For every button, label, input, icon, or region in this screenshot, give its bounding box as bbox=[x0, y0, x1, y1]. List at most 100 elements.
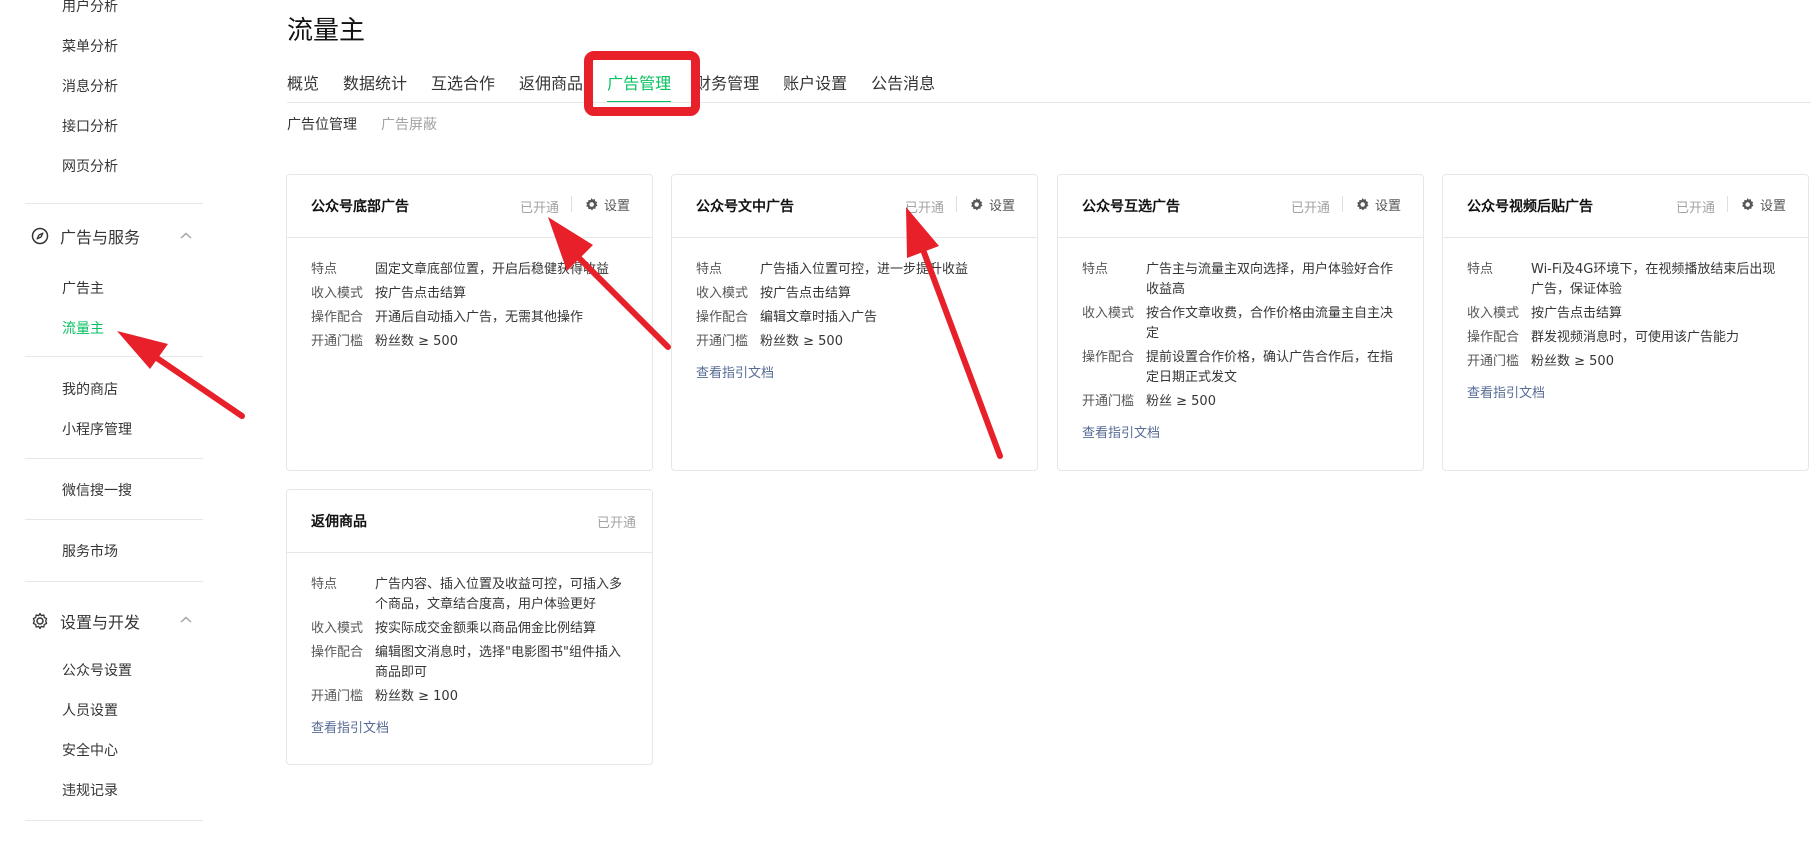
threshold-value: 粉丝数 ≥ 100 bbox=[375, 689, 458, 704]
ad-card-mutual-selection: 公众号互选广告 已开通 设置 特点 广告主与流量主双向选择，用户体验好合作收益高 … bbox=[1057, 174, 1424, 471]
threshold-label: 开通门槛 bbox=[696, 334, 749, 349]
card-title: 公众号互选广告 bbox=[1082, 199, 1180, 215]
feature-label: 特点 bbox=[311, 262, 338, 277]
sidebar-item-user-analysis[interactable]: 用户分析 bbox=[62, 0, 118, 16]
sidebar-item-staff-settings[interactable]: 人员设置 bbox=[62, 700, 118, 720]
income-value: 按合作文章收费，合作价格由流量主自主决定 bbox=[1146, 306, 1394, 341]
tab-finance[interactable]: 财务管理 bbox=[695, 70, 759, 103]
sidebar-item-message-analysis[interactable]: 消息分析 bbox=[62, 76, 118, 96]
gear-icon bbox=[586, 197, 598, 211]
sidebar: 用户分析 菜单分析 消息分析 接口分析 网页分析 广告与服务 广告主 流量主 我… bbox=[0, 0, 205, 847]
sidebar-divider bbox=[25, 519, 203, 520]
feature-label: 特点 bbox=[311, 577, 338, 592]
feature-value: 广告主与流量主双向选择，用户体验好合作收益高 bbox=[1146, 262, 1394, 297]
guide-doc-link[interactable]: 查看指引文档 bbox=[1467, 382, 1545, 401]
settings-button[interactable]: 设置 bbox=[584, 195, 630, 214]
sub-tabs: 广告位管理 广告屏蔽 bbox=[287, 114, 461, 134]
sidebar-item-publisher[interactable]: 流量主 bbox=[62, 318, 104, 338]
sidebar-item-menu-analysis[interactable]: 菜单分析 bbox=[62, 36, 118, 56]
settings-label: 设置 bbox=[604, 199, 631, 214]
feature-value: 广告插入位置可控，进一步提升收益 bbox=[760, 262, 969, 277]
feature-label: 特点 bbox=[1467, 262, 1494, 277]
sidebar-item-wechat-search[interactable]: 微信搜一搜 bbox=[62, 480, 132, 500]
status-badge: 已开通 bbox=[905, 201, 945, 216]
subtab-ad-slot-management[interactable]: 广告位管理 bbox=[287, 114, 357, 134]
sidebar-item-miniprogram[interactable]: 小程序管理 bbox=[62, 419, 132, 439]
sidebar-divider bbox=[25, 356, 203, 357]
card-title: 公众号文中广告 bbox=[696, 199, 794, 215]
operation-label: 操作配合 bbox=[311, 645, 364, 660]
ad-card-in-article: 公众号文中广告 已开通 设置 特点 广告插入位置可控，进一步提升收益 收入模式 按广… bbox=[671, 174, 1038, 471]
operation-label: 操作配合 bbox=[1467, 330, 1520, 345]
sidebar-divider bbox=[25, 203, 203, 204]
sidebar-item-web-analysis[interactable]: 网页分析 bbox=[62, 156, 118, 176]
tab-overview[interactable]: 概览 bbox=[287, 70, 319, 103]
income-value: 按实际成交金额乘以商品佣金比例结算 bbox=[375, 621, 597, 636]
card-title: 公众号视频后贴广告 bbox=[1467, 199, 1593, 215]
operation-value: 编辑文章时插入广告 bbox=[760, 310, 878, 325]
gear-icon bbox=[30, 611, 50, 631]
sidebar-divider bbox=[25, 820, 203, 821]
threshold-label: 开通门槛 bbox=[311, 334, 364, 349]
guide-doc-link[interactable]: 查看指引文档 bbox=[696, 362, 774, 381]
feature-value: 固定文章底部位置，开启后稳健获得收益 bbox=[375, 262, 610, 277]
operation-value: 提前设置合作价格，确认广告合作后，在指定日期正式发文 bbox=[1146, 350, 1394, 385]
threshold-value: 粉丝数 ≥ 500 bbox=[1531, 354, 1614, 369]
operation-value: 开通后自动插入广告，无需其他操作 bbox=[375, 310, 584, 325]
income-value: 按广告点击结算 bbox=[375, 286, 467, 301]
settings-button[interactable]: 设置 bbox=[1355, 195, 1401, 214]
sidebar-item-api-analysis[interactable]: 接口分析 bbox=[62, 116, 118, 136]
tab-mutual-selection[interactable]: 互选合作 bbox=[431, 70, 495, 103]
sidebar-item-security-center[interactable]: 安全中心 bbox=[62, 740, 118, 760]
tab-commission-goods[interactable]: 返佣商品 bbox=[519, 70, 583, 103]
settings-label: 设置 bbox=[989, 199, 1016, 214]
threshold-label: 开通门槛 bbox=[1082, 394, 1135, 409]
chevron-up-icon[interactable] bbox=[178, 612, 194, 628]
operation-label: 操作配合 bbox=[1082, 350, 1135, 365]
sidebar-item-account-settings[interactable]: 公众号设置 bbox=[62, 660, 132, 680]
sidebar-item-advertiser[interactable]: 广告主 bbox=[62, 278, 104, 298]
gear-icon bbox=[1357, 197, 1369, 211]
compass-icon bbox=[30, 226, 50, 246]
threshold-label: 开通门槛 bbox=[311, 689, 364, 704]
ad-card-commission-goods: 返佣商品 已开通 特点 广告内容、插入位置及收益可控，可插入多个商品，文章结合度高… bbox=[286, 489, 653, 765]
tab-announcements[interactable]: 公告消息 bbox=[871, 70, 935, 103]
threshold-value: 粉丝 ≥ 500 bbox=[1146, 394, 1216, 409]
sidebar-group-ads[interactable]: 广告与服务 bbox=[30, 224, 140, 248]
status-badge: 已开通 bbox=[1676, 201, 1716, 216]
sidebar-item-my-store[interactable]: 我的商店 bbox=[62, 379, 118, 399]
status-badge: 已开通 bbox=[1291, 201, 1331, 216]
chevron-up-icon[interactable] bbox=[178, 228, 194, 244]
status-badge: 已开通 bbox=[520, 201, 560, 216]
divider bbox=[956, 196, 957, 212]
settings-label: 设置 bbox=[1375, 199, 1402, 214]
sidebar-group-label: 广告与服务 bbox=[60, 228, 141, 247]
income-value: 按广告点击结算 bbox=[1531, 306, 1623, 321]
feature-value: Wi-Fi及4G环境下，在视频播放结束后出现广告，保证体验 bbox=[1531, 262, 1776, 297]
threshold-label: 开通门槛 bbox=[1467, 354, 1520, 369]
guide-doc-link[interactable]: 查看指引文档 bbox=[311, 717, 389, 736]
card-title: 公众号底部广告 bbox=[311, 199, 409, 215]
tabs-divider bbox=[287, 102, 1811, 103]
operation-label: 操作配合 bbox=[311, 310, 364, 325]
settings-button[interactable]: 设置 bbox=[1740, 195, 1786, 214]
settings-label: 设置 bbox=[1760, 199, 1787, 214]
operation-label: 操作配合 bbox=[696, 310, 749, 325]
settings-button[interactable]: 设置 bbox=[969, 195, 1015, 214]
operation-value: 群发视频消息时，可使用该广告能力 bbox=[1531, 330, 1740, 345]
subtab-ad-blocking[interactable]: 广告屏蔽 bbox=[381, 114, 437, 134]
income-label: 收入模式 bbox=[1082, 306, 1135, 321]
divider bbox=[1727, 196, 1728, 212]
sidebar-item-service-market[interactable]: 服务市场 bbox=[62, 541, 118, 561]
divider bbox=[571, 196, 572, 212]
guide-doc-link[interactable]: 查看指引文档 bbox=[1082, 422, 1160, 441]
tab-statistics[interactable]: 数据统计 bbox=[343, 70, 407, 103]
feature-label: 特点 bbox=[1082, 262, 1109, 277]
sidebar-item-violation-records[interactable]: 违规记录 bbox=[62, 780, 118, 800]
threshold-value: 粉丝数 ≥ 500 bbox=[760, 334, 843, 349]
sidebar-group-dev[interactable]: 设置与开发 bbox=[30, 609, 140, 633]
tab-account-settings[interactable]: 账户设置 bbox=[783, 70, 847, 103]
divider bbox=[1342, 196, 1343, 212]
income-label: 收入模式 bbox=[696, 286, 749, 301]
operation-value: 编辑图文消息时，选择"电影图书"组件插入商品即可 bbox=[375, 645, 621, 680]
